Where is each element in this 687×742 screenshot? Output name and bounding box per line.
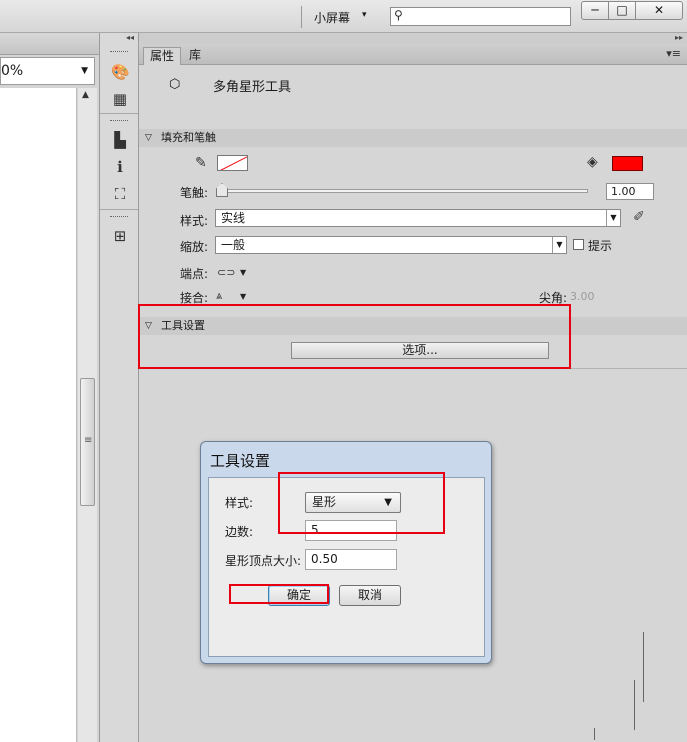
- stroke-label: 笔触:: [180, 186, 209, 200]
- maximize-button[interactable]: □: [608, 1, 636, 20]
- application-bar: 小屏幕 ▾ ⚲ ─ □ ✕: [0, 0, 687, 33]
- stage-stroke: [634, 680, 635, 730]
- search-icon: ⚲: [394, 8, 403, 22]
- sides-label: 边数:: [225, 525, 254, 539]
- pencil-icon: ✎: [195, 155, 207, 171]
- cap-style-icon[interactable]: ⊂⊃: [217, 266, 235, 279]
- chevron-down-icon[interactable]: ▼: [240, 268, 246, 277]
- grip-icon[interactable]: [110, 120, 128, 123]
- info-icon[interactable]: ℹ: [111, 158, 129, 176]
- transform-icon[interactable]: ⛶: [111, 185, 129, 203]
- cancel-button[interactable]: 取消: [339, 585, 401, 606]
- point-size-input[interactable]: 0.50: [305, 549, 397, 570]
- section-title: 填充和笔触: [161, 131, 216, 144]
- chevron-down-icon: ▼: [606, 210, 620, 226]
- divider: [100, 209, 138, 210]
- cap-label: 端点:: [180, 267, 209, 281]
- miter-value[interactable]: 3.00: [570, 290, 595, 303]
- style-label: 样式:: [180, 214, 209, 228]
- workspace-switcher[interactable]: 小屏幕: [314, 9, 350, 26]
- point-size-label: 星形顶点大小:: [225, 554, 302, 568]
- polystar-tool-icon: ⬡: [169, 77, 181, 92]
- search-input[interactable]: ⚲: [390, 7, 571, 26]
- style-label: 样式:: [225, 496, 254, 510]
- document-pane: 0% ▼ ▲ ≡: [0, 33, 99, 742]
- grip-icon[interactable]: [110, 216, 128, 219]
- panel-icon-column: ◂◂ 🎨 ▦ ▙ ℹ ⛶ ⊞: [99, 33, 139, 742]
- stage-area[interactable]: [0, 88, 77, 742]
- chevron-down-icon: ▼: [81, 66, 88, 76]
- stroke-slider-handle[interactable]: [216, 183, 228, 197]
- align-icon[interactable]: ▙: [111, 131, 129, 149]
- grip-icon[interactable]: [110, 51, 128, 54]
- scale-value: 一般: [221, 238, 246, 252]
- stage-stroke: [594, 728, 595, 740]
- panel-tabbar: 属性 库 ▾≡: [139, 44, 687, 65]
- tab-properties[interactable]: 属性: [143, 47, 182, 65]
- annotation-box-tool-settings: [138, 304, 571, 369]
- stage-stroke: [643, 632, 644, 702]
- collapse-arrows-icon[interactable]: ◂◂: [100, 33, 138, 43]
- fill-color-swatch[interactable]: [612, 156, 643, 171]
- join-style-icon[interactable]: ⩓: [216, 289, 222, 303]
- collapse-triangle-icon[interactable]: ▽: [145, 129, 152, 147]
- paint-bucket-icon: ◈: [587, 154, 598, 170]
- document-header: [0, 33, 99, 55]
- scroll-up-arrow-icon[interactable]: ▲: [82, 90, 89, 100]
- dialog-title: 工具设置: [210, 452, 271, 470]
- scale-label: 缩放:: [180, 240, 209, 254]
- chevron-down-icon[interactable]: ▾: [362, 10, 367, 20]
- expand-arrows-icon[interactable]: ▸▸: [139, 33, 687, 44]
- zoom-value: 0%: [1, 63, 24, 79]
- annotation-box-ok: [229, 584, 329, 604]
- scale-select[interactable]: 一般 ▼: [215, 236, 567, 254]
- stroke-color-swatch[interactable]: [217, 155, 248, 171]
- zoom-select[interactable]: 0% ▼: [0, 57, 95, 85]
- chevron-down-icon: ▼: [552, 237, 566, 253]
- stroke-style-value: 实线: [221, 211, 246, 225]
- color-palette-icon[interactable]: 🎨: [111, 63, 130, 81]
- edit-stroke-style-icon[interactable]: ✐: [633, 209, 645, 225]
- hint-label: 提示: [588, 239, 613, 253]
- stroke-style-select[interactable]: 实线 ▼: [215, 209, 621, 227]
- stroke-width-input[interactable]: 1.00: [606, 183, 654, 200]
- tab-library[interactable]: 库: [183, 47, 207, 65]
- hint-checkbox[interactable]: [573, 239, 584, 250]
- vertical-scrollbar[interactable]: ▲ ≡: [78, 88, 97, 742]
- section-fill-stroke[interactable]: ▽ 填充和笔触: [139, 129, 687, 147]
- swatches-grid-icon[interactable]: ▦: [111, 90, 129, 108]
- close-window-button[interactable]: ✕: [635, 1, 683, 20]
- annotation-box-style: [278, 472, 445, 534]
- stroke-slider-track[interactable]: [222, 189, 588, 193]
- grip-icon: ≡: [84, 435, 93, 446]
- minimize-button[interactable]: ─: [581, 1, 609, 20]
- divider: [100, 113, 138, 114]
- components-icon[interactable]: ⊞: [111, 227, 129, 245]
- panel-menu-icon[interactable]: ▾≡: [666, 47, 681, 60]
- scrollbar-thumb[interactable]: ≡: [80, 378, 95, 506]
- tool-name: 多角星形工具: [213, 80, 292, 95]
- chevron-down-icon[interactable]: ▼: [240, 292, 246, 301]
- toolbar-separator: [301, 6, 302, 28]
